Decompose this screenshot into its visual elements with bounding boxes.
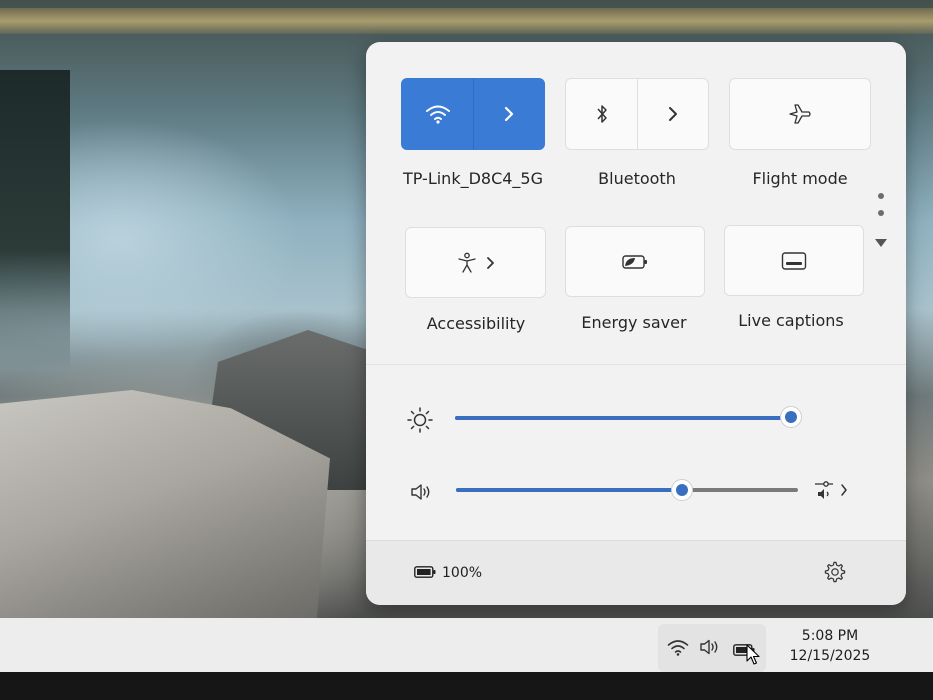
energy-saver-tile-label: Energy saver bbox=[581, 313, 687, 332]
speaker-icon bbox=[410, 482, 434, 506]
sun-icon bbox=[406, 406, 434, 438]
chevron-right-icon[interactable] bbox=[473, 79, 544, 149]
clock-date: 12/15/2025 bbox=[789, 648, 871, 664]
audio-output-icon bbox=[812, 478, 836, 506]
chevron-right-icon[interactable] bbox=[637, 79, 708, 149]
volume-slider-fill bbox=[456, 488, 682, 492]
brightness-slider-fill bbox=[455, 416, 791, 420]
battery-icon bbox=[414, 563, 436, 582]
flight-mode-tile[interactable] bbox=[729, 78, 871, 150]
volume-slider-thumb[interactable] bbox=[670, 479, 693, 501]
bluetooth-tile[interactable] bbox=[565, 78, 709, 150]
energy-saver-icon bbox=[622, 254, 648, 270]
system-tray-quick-settings-button[interactable] bbox=[658, 624, 766, 672]
flight-mode-tile-label: Flight mode bbox=[752, 169, 848, 188]
accessibility-icon bbox=[457, 252, 477, 274]
bluetooth-tile-label: Bluetooth bbox=[598, 169, 676, 188]
brightness-slider[interactable] bbox=[455, 416, 791, 420]
chevron-right-icon bbox=[840, 482, 848, 501]
clock-time: 5:08 PM bbox=[801, 628, 859, 644]
page-indicator-dot[interactable] bbox=[878, 210, 884, 216]
mouse-pointer-icon bbox=[746, 644, 760, 670]
energy-saver-tile[interactable] bbox=[565, 226, 705, 297]
page-indicator-dot[interactable] bbox=[878, 193, 884, 199]
bluetooth-icon[interactable] bbox=[566, 79, 637, 149]
wifi-tile[interactable] bbox=[401, 78, 545, 150]
accessibility-tile[interactable] bbox=[405, 227, 546, 298]
section-divider bbox=[366, 364, 906, 365]
wallpaper-grass bbox=[0, 8, 933, 34]
audio-output-button[interactable] bbox=[812, 478, 852, 502]
brightness-slider-thumb[interactable] bbox=[780, 406, 802, 428]
taskbar-clock[interactable]: 5:08 PM 12/15/2025 bbox=[770, 626, 890, 666]
page-down-arrow-icon[interactable] bbox=[874, 233, 888, 252]
accessibility-tile-label: Accessibility bbox=[426, 314, 526, 333]
battery-status[interactable]: 100% bbox=[414, 563, 482, 582]
wifi-tile-label: TP-Link_D8C4_5G bbox=[402, 169, 544, 188]
speaker-icon bbox=[699, 638, 721, 660]
live-captions-icon bbox=[781, 251, 807, 271]
wifi-icon bbox=[667, 639, 689, 660]
airplane-icon bbox=[788, 103, 812, 125]
wallpaper-trees bbox=[0, 70, 70, 370]
live-captions-tile-label: Live captions bbox=[738, 311, 844, 330]
volume-slider[interactable] bbox=[456, 488, 798, 492]
gear-icon[interactable] bbox=[824, 561, 846, 587]
quick-settings-footer: 100% bbox=[366, 540, 906, 605]
chevron-right-icon[interactable] bbox=[485, 255, 495, 271]
battery-percent: 100% bbox=[442, 564, 483, 581]
quick-settings-panel: TP-Link_D8C4_5G Bluetooth Flight mode Ac… bbox=[366, 42, 906, 605]
screen-bezel bbox=[0, 672, 933, 700]
live-captions-tile[interactable] bbox=[724, 225, 864, 296]
wifi-icon[interactable] bbox=[402, 79, 473, 149]
